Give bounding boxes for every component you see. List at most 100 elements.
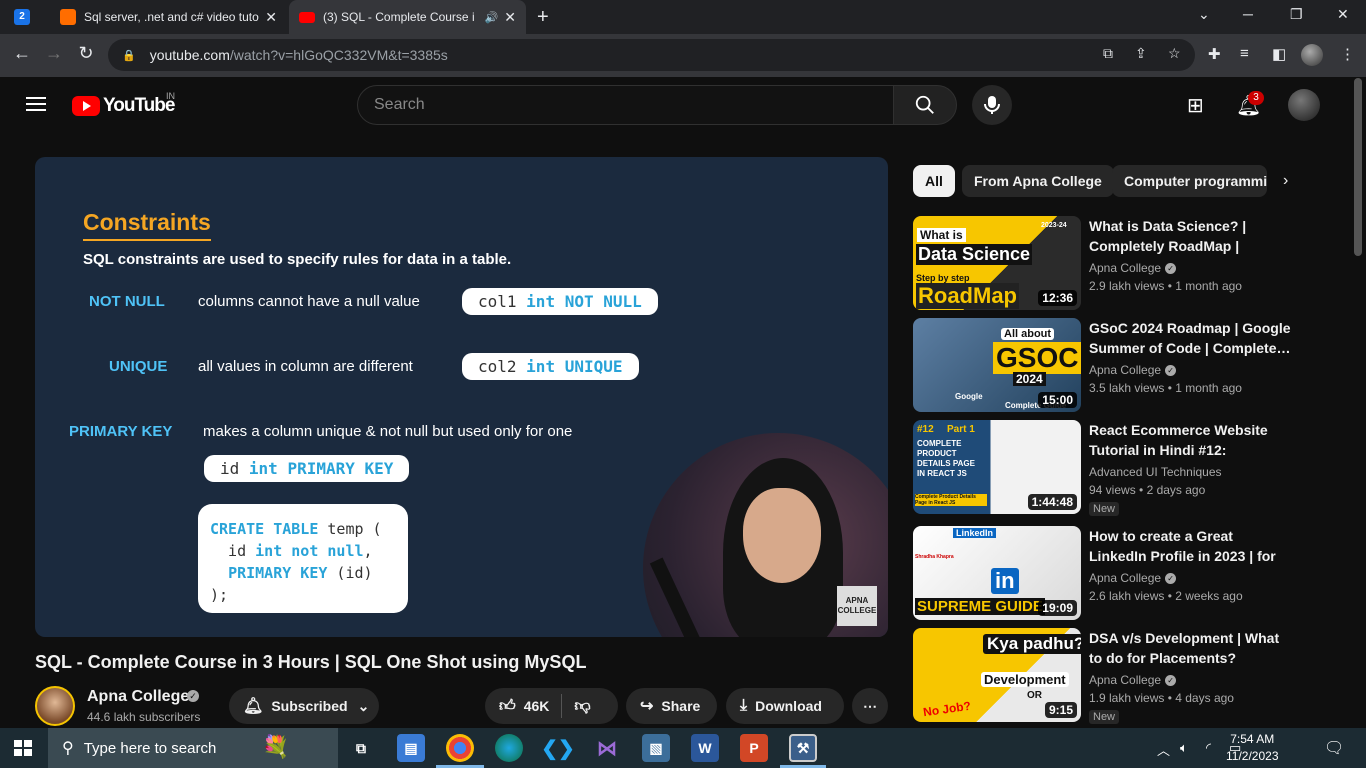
video-player[interactable]: Constraints SQL constraints are used to … xyxy=(35,157,888,637)
create-table-code-block: CREATE TABLE temp ( id int not null, PRI… xyxy=(198,504,408,613)
task-view-icon[interactable]: ⧉ xyxy=(347,734,375,762)
word-icon[interactable]: W xyxy=(691,734,719,762)
video-thumbnail[interactable]: LinkedIn in SUPREME GUIDE Shradha Khapra… xyxy=(913,526,1081,620)
channel-avatar[interactable] xyxy=(35,686,75,726)
notification-center-icon[interactable]: 🗨︎ xyxy=(1324,738,1344,758)
video-thumbnail[interactable]: What is Data Science Step by step RoadMa… xyxy=(913,216,1081,310)
app-icon[interactable]: ▧ xyxy=(642,734,670,762)
download-button[interactable]: ⤓ Download xyxy=(726,688,844,724)
file-explorer-icon[interactable]: ▤ xyxy=(397,734,425,762)
audio-playing-icon[interactable]: 🔊 xyxy=(485,11,499,24)
hamburger-menu-icon[interactable] xyxy=(26,97,46,111)
page-scrollbar[interactable] xyxy=(1354,78,1362,256)
close-tab-icon[interactable]: ✕ xyxy=(265,9,277,26)
open-in-app-icon[interactable]: ⧉ xyxy=(1103,45,1113,62)
taskbar-clock[interactable]: 7:54 AM 11/2/2023 xyxy=(1226,731,1279,765)
recommended-video[interactable]: What is Data Science Step by step RoadMa… xyxy=(913,216,1293,310)
close-tab-icon[interactable]: ✕ xyxy=(504,9,516,26)
reload-button[interactable]: ↻ xyxy=(74,43,98,64)
chevron-right-icon[interactable]: › xyxy=(1283,172,1288,190)
video-title[interactable]: How to create a Great LinkedIn Profile i… xyxy=(1089,526,1293,566)
more-actions-button[interactable]: ⋯ xyxy=(852,688,888,724)
taskbar-search-box[interactable]: ⚲ Type here to search 💐 xyxy=(48,728,338,768)
recommended-video[interactable]: #12 Part 1 COMPLETE PRODUCT DETAILS PAGE… xyxy=(913,420,1293,516)
thumb-text: Part 1 xyxy=(947,424,975,435)
share-button[interactable]: ↪ Share xyxy=(626,688,717,724)
video-title[interactable]: GSoC 2024 Roadmap | Google Summer of Cod… xyxy=(1089,318,1293,358)
create-video-icon[interactable]: ⊞ xyxy=(1187,93,1204,118)
search-input[interactable]: Search xyxy=(357,85,894,125)
code-text: , xyxy=(363,542,373,560)
video-duration: 9:15 xyxy=(1044,702,1077,718)
powerpoint-icon[interactable]: P xyxy=(740,734,768,762)
tray-chevron-up-icon[interactable]: ︿ xyxy=(1157,740,1170,759)
view-count: 1.9 lakh views xyxy=(1089,691,1165,705)
back-button[interactable]: ← xyxy=(10,43,34,64)
video-title[interactable]: What is Data Science? | Completely RoadM… xyxy=(1089,216,1293,256)
video-duration: 1:44:48 xyxy=(1027,494,1077,510)
new-tab-button[interactable]: + xyxy=(537,6,549,29)
video-meta: 2.9 lakh views • 1 month ago xyxy=(1089,279,1242,293)
recommended-video[interactable]: LinkedIn in SUPREME GUIDE Shradha Khapra… xyxy=(913,526,1293,620)
subscribed-button[interactable]: 🔔︎ Subscribed ⌄ xyxy=(229,688,379,724)
chrome-taskbar-icon[interactable] xyxy=(446,734,474,762)
verified-check-icon: ✓ xyxy=(1165,365,1177,377)
chip-all[interactable]: All xyxy=(913,165,955,197)
thumbs-up-icon[interactable]: 👍︎ xyxy=(499,697,516,716)
wifi-icon[interactable]: ◜ xyxy=(1206,740,1211,756)
code-text: ); xyxy=(210,586,229,604)
restore-button[interactable]: ❐ xyxy=(1290,6,1303,23)
thumbs-down-icon[interactable]: 👎︎ xyxy=(574,697,590,716)
browser-tab-youtube[interactable]: (3) SQL - Complete Course i 🔊 ✕ xyxy=(289,0,526,34)
minimize-button[interactable]: ─ xyxy=(1243,6,1253,22)
media-control-icon[interactable]: ≡ xyxy=(1240,45,1249,62)
forward-button[interactable]: → xyxy=(42,43,66,64)
chrome-menu-icon[interactable]: ⋮ xyxy=(1340,45,1355,63)
video-thumbnail[interactable]: #12 Part 1 COMPLETE PRODUCT DETAILS PAGE… xyxy=(913,420,1081,514)
chip-from-apna-college[interactable]: From Apna College xyxy=(962,165,1114,197)
video-title[interactable]: DSA v/s Development | What to do for Pla… xyxy=(1089,628,1293,668)
upload-age: 1 month ago xyxy=(1175,279,1242,293)
recommended-video[interactable]: Kya padhu? Development OR No Job? 9:15 D… xyxy=(913,628,1293,724)
video-duration: 19:09 xyxy=(1038,600,1077,616)
voice-search-button[interactable] xyxy=(972,85,1012,125)
youtube-logo[interactable]: YouTube xyxy=(72,95,175,117)
thumb-text: Data Science xyxy=(916,244,1033,265)
video-thumbnail[interactable]: All about GSOC 2024 Google Complete Guid… xyxy=(913,318,1081,412)
browser-tab-sql-server[interactable]: Sql server, .net and c# video tuto ✕ xyxy=(50,0,287,34)
share-page-icon[interactable]: ⇪ xyxy=(1135,45,1147,62)
windows-start-icon[interactable] xyxy=(14,740,32,756)
browser-tab-strip: 2 Sql server, .net and c# video tuto ✕ (… xyxy=(0,0,1366,34)
youtube-favicon-icon xyxy=(299,11,315,23)
video-thumbnail[interactable]: Kya padhu? Development OR No Job? 9:15 xyxy=(913,628,1081,722)
windows-taskbar: ⚲ Type here to search 💐 ⧉ ▤ ❮❯ ⋈ ▧ W P ⚒… xyxy=(0,728,1366,768)
lock-icon[interactable]: 🔒 xyxy=(122,49,136,62)
search-button[interactable] xyxy=(893,85,957,125)
ssms-icon[interactable]: ⚒ xyxy=(789,734,817,762)
thumb-text: Google xyxy=(955,392,983,401)
microphone-icon xyxy=(984,96,1000,114)
channel-name[interactable]: Apna College xyxy=(87,688,189,706)
tab-search-chevron-icon[interactable]: ⌄ xyxy=(1198,6,1210,23)
account-avatar[interactable] xyxy=(1288,89,1320,121)
chip-computer-programming[interactable]: Computer programmin xyxy=(1112,165,1267,197)
recommended-video[interactable]: All about GSOC 2024 Google Complete Guid… xyxy=(913,318,1293,412)
side-panel-icon[interactable]: ◧ xyxy=(1272,45,1286,63)
chrome-profile-avatar[interactable] xyxy=(1301,44,1323,66)
edge-icon[interactable] xyxy=(495,734,523,762)
vscode-icon[interactable]: ❮❯ xyxy=(541,734,575,762)
volume-icon[interactable]: 🔈︎ xyxy=(1180,740,1188,756)
video-title[interactable]: React Ecommerce Website Tutorial in Hind… xyxy=(1089,420,1293,460)
address-bar[interactable]: 🔒 youtube.com/watch?v=hlGoQC332VM&t=3385… xyxy=(108,39,1195,71)
constraint-code: col1 int NOT NULL xyxy=(462,288,658,315)
like-count[interactable]: 46K xyxy=(524,698,550,714)
country-code: IN xyxy=(166,91,175,101)
tab-search-extension-icon[interactable]: 2 xyxy=(14,9,30,25)
visual-studio-icon[interactable]: ⋈ xyxy=(593,734,621,762)
browser-toolbar: ← → ↻ 🔒 youtube.com/watch?v=hlGoQC332VM&… xyxy=(0,34,1366,77)
close-window-button[interactable]: ✕ xyxy=(1337,6,1349,23)
bookmark-star-icon[interactable]: ☆ xyxy=(1168,45,1181,62)
extensions-puzzle-icon[interactable]: ✚ xyxy=(1208,45,1221,63)
thumb-text: RoadMap xyxy=(916,283,1019,309)
share-arrow-icon: ↪ xyxy=(640,698,654,715)
